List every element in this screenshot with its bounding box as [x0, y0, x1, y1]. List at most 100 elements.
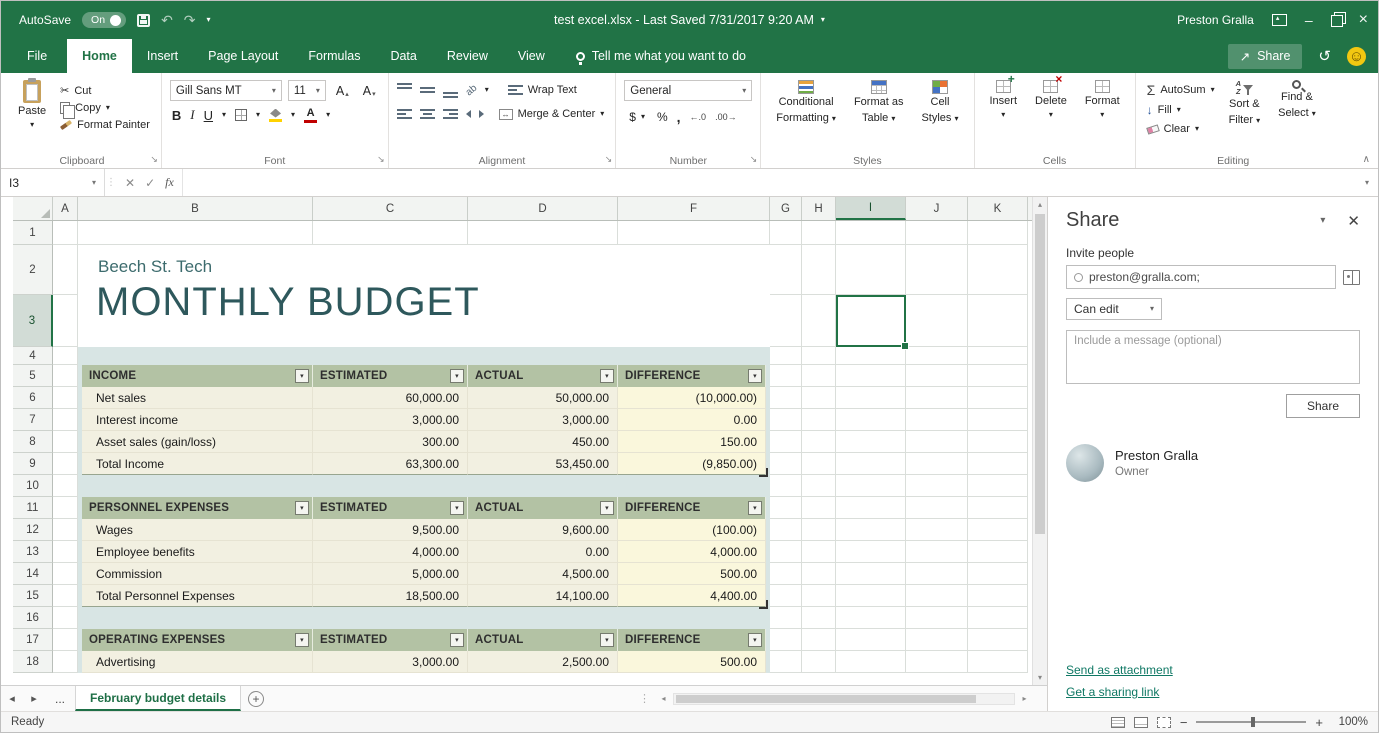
- difference-cell[interactable]: (100.00): [618, 519, 766, 541]
- font-name-combo[interactable]: Gill Sans MT▾: [170, 80, 282, 101]
- share-submit-button[interactable]: Share: [1286, 394, 1360, 418]
- share-pane-menu-caret-icon[interactable]: ▾: [1320, 215, 1325, 226]
- feedback-smiley-icon[interactable]: ☺: [1347, 47, 1366, 66]
- invite-email-input[interactable]: preston@gralla.com;: [1066, 265, 1336, 289]
- formula-bar-handle[interactable]: ⋮: [105, 169, 117, 196]
- bold-button[interactable]: B: [172, 108, 181, 123]
- filter-button[interactable]: ▾: [600, 369, 614, 383]
- zoom-percentage[interactable]: 100%: [1332, 716, 1368, 728]
- estimated-cell[interactable]: 3,000.00: [313, 651, 468, 673]
- tab-page-layout[interactable]: Page Layout: [193, 39, 293, 73]
- tab-formulas[interactable]: Formulas: [293, 39, 375, 73]
- zoom-slider[interactable]: [1196, 721, 1306, 723]
- cut-button[interactable]: ✂Cut: [57, 82, 153, 99]
- italic-button[interactable]: I: [190, 107, 194, 123]
- filter-button[interactable]: ▾: [748, 501, 762, 515]
- fill-color-button[interactable]: [269, 109, 282, 122]
- decrease-indent-icon[interactable]: [466, 110, 471, 118]
- zoom-out-icon[interactable]: −: [1180, 715, 1188, 730]
- filter-button[interactable]: ▾: [450, 633, 464, 647]
- actual-cell[interactable]: 3,000.00: [468, 409, 618, 431]
- difference-cell[interactable]: 500.00: [618, 651, 766, 673]
- name-box[interactable]: I3▾: [1, 169, 105, 196]
- difference-header-cell[interactable]: DIFFERENCE▾: [618, 365, 766, 387]
- tabbar-resize-handle[interactable]: ⋮: [633, 686, 656, 711]
- decrease-decimal-button[interactable]: .00→: [715, 112, 737, 122]
- delete-cells-button[interactable]: Delete ▾: [1028, 78, 1074, 121]
- difference-cell[interactable]: 4,400.00: [618, 585, 766, 607]
- select-all-corner[interactable]: [13, 197, 53, 220]
- income-header-cell[interactable]: INCOME▾: [82, 365, 313, 387]
- tab-view[interactable]: View: [503, 39, 560, 73]
- cancel-entry-icon[interactable]: ✕: [125, 176, 135, 190]
- restore-button[interactable]: [1331, 15, 1341, 25]
- actual-cell[interactable]: 0.00: [468, 541, 618, 563]
- sort-filter-button[interactable]: AZ Sort & Filter ▾: [1222, 78, 1268, 129]
- difference-cell[interactable]: (9,850.00): [618, 453, 766, 475]
- estimated-header-cell[interactable]: ESTIMATED▾: [313, 365, 468, 387]
- row-label-cell[interactable]: Employee benefits: [82, 541, 313, 563]
- cell-styles-button[interactable]: Cell Styles ▾: [914, 78, 965, 128]
- filter-button[interactable]: ▾: [600, 501, 614, 515]
- new-sheet-button[interactable]: +: [241, 686, 271, 711]
- filter-button[interactable]: ▾: [748, 633, 762, 647]
- shrink-font-button[interactable]: A▾: [359, 83, 380, 99]
- font-color-caret-icon[interactable]: ▾: [326, 111, 330, 119]
- sheet-title[interactable]: MONTHLY BUDGET: [96, 279, 480, 325]
- page-layout-view-icon[interactable]: [1134, 717, 1148, 728]
- get-sharing-link[interactable]: Get a sharing link: [1066, 685, 1360, 699]
- row-label-cell[interactable]: Total Income: [82, 453, 313, 475]
- difference-header-cell[interactable]: DIFFERENCE▾: [618, 497, 766, 519]
- actual-cell[interactable]: 4,500.00: [468, 563, 618, 585]
- font-size-combo[interactable]: 11▾: [288, 80, 326, 101]
- horizontal-scrollbar[interactable]: ◂ ▸: [656, 686, 1032, 711]
- tab-insert[interactable]: Insert: [132, 39, 193, 73]
- row-label-cell[interactable]: Total Personnel Expenses: [82, 585, 313, 607]
- row-label-cell[interactable]: Net sales: [82, 387, 313, 409]
- confirm-entry-icon[interactable]: ✓: [145, 176, 155, 190]
- formula-input[interactable]: [182, 169, 1356, 196]
- tab-data[interactable]: Data: [375, 39, 431, 73]
- tell-me-box[interactable]: Tell me what you want to do: [576, 39, 746, 73]
- borders-icon[interactable]: [235, 109, 247, 121]
- conditional-formatting-button[interactable]: Conditional Formatting ▾: [769, 78, 843, 128]
- wrap-text-button[interactable]: Wrap Text: [505, 82, 580, 98]
- borders-caret-icon[interactable]: ▾: [256, 111, 260, 119]
- address-book-button[interactable]: [1343, 270, 1360, 285]
- column-header-G[interactable]: G: [770, 197, 802, 220]
- estimated-cell[interactable]: 60,000.00: [313, 387, 468, 409]
- difference-cell[interactable]: 150.00: [618, 431, 766, 453]
- owner-entry[interactable]: Preston Gralla Owner: [1066, 444, 1360, 482]
- format-cells-button[interactable]: Format ▾: [1078, 78, 1127, 121]
- insert-cells-button[interactable]: Insert ▾: [983, 78, 1025, 121]
- actual-header-cell[interactable]: ACTUAL▾: [468, 365, 618, 387]
- actual-header-cell[interactable]: ACTUAL▾: [468, 497, 618, 519]
- difference-header-cell[interactable]: DIFFERENCE▾: [618, 629, 766, 651]
- estimated-cell[interactable]: 63,300.00: [313, 453, 468, 475]
- clipboard-dialog-launcher[interactable]: ↘: [150, 154, 158, 165]
- filter-button[interactable]: ▾: [450, 501, 464, 515]
- permission-select[interactable]: Can edit▾: [1066, 298, 1162, 320]
- actual-cell[interactable]: 53,450.00: [468, 453, 618, 475]
- grow-font-button[interactable]: A▴: [332, 83, 353, 99]
- align-middle-icon[interactable]: [420, 83, 435, 98]
- column-header-H[interactable]: H: [802, 197, 836, 220]
- comma-style-button[interactable]: ,: [677, 109, 681, 125]
- estimated-cell[interactable]: 3,000.00: [313, 409, 468, 431]
- sheet-tab-february-budget-details[interactable]: February budget details: [75, 686, 241, 711]
- row-label-cell[interactable]: Wages: [82, 519, 313, 541]
- filter-button[interactable]: ▾: [295, 369, 309, 383]
- normal-view-icon[interactable]: [1111, 717, 1125, 728]
- autosave-toggle[interactable]: On: [82, 12, 126, 28]
- actual-cell[interactable]: 450.00: [468, 431, 618, 453]
- column-header-D[interactable]: D: [468, 197, 618, 220]
- number-format-combo[interactable]: General▾: [624, 80, 752, 101]
- column-header-C[interactable]: C: [313, 197, 468, 220]
- vertical-scrollbar[interactable]: ▴ ▾: [1032, 197, 1047, 685]
- fill-button[interactable]: ↓Fill▾: [1144, 102, 1218, 118]
- personnel-header-cell[interactable]: PERSONNEL EXPENSES▾: [82, 497, 313, 519]
- close-button[interactable]: ×: [1359, 12, 1368, 28]
- estimated-cell[interactable]: 9,500.00: [313, 519, 468, 541]
- underline-caret-icon[interactable]: ▾: [222, 111, 226, 119]
- filter-button[interactable]: ▾: [450, 369, 464, 383]
